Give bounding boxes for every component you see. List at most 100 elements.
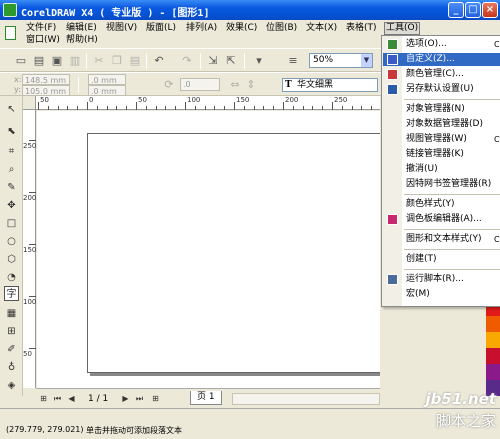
tools-menu-item[interactable]: 宏(M) bbox=[383, 288, 500, 301]
page-tab[interactable]: 页 1 bbox=[190, 391, 222, 405]
minimize-button[interactable]: _ bbox=[448, 2, 464, 18]
color-swatch[interactable] bbox=[486, 316, 500, 332]
menu-tools[interactable]: 工具(O) bbox=[384, 22, 421, 35]
color-palette[interactable] bbox=[486, 300, 500, 396]
redo-icon[interactable]: ↷ bbox=[180, 54, 194, 67]
height-field[interactable]: .0 mm bbox=[88, 85, 126, 96]
first-page-icon[interactable]: ⏮ bbox=[52, 393, 63, 404]
mirror-horizontal-icon[interactable]: ⇔ bbox=[228, 78, 242, 91]
tools-menu-item[interactable]: 运行脚本(R)... bbox=[383, 273, 500, 286]
ruler-minor-tick bbox=[361, 106, 363, 110]
menu-arrange[interactable]: 排列(A) bbox=[186, 23, 217, 34]
maximize-button[interactable]: □ bbox=[465, 2, 481, 18]
import-icon[interactable]: ⇲ bbox=[206, 54, 220, 67]
pick-tool-icon[interactable]: ↖ bbox=[4, 102, 19, 117]
tools-menu-item[interactable]: 创建(T) bbox=[383, 253, 500, 266]
tools-menu-item[interactable]: 对象管理器(N) bbox=[383, 103, 500, 116]
tools-menu-item[interactable]: 自定义(Z)... bbox=[383, 53, 500, 66]
tools-menu-item[interactable]: 颜色管理(C)... bbox=[383, 68, 500, 81]
snap-options-icon[interactable]: ≡ bbox=[286, 54, 300, 67]
shape-tool-icon[interactable]: ⬉ bbox=[4, 124, 19, 139]
page-options-icon[interactable]: ⊞ bbox=[38, 393, 49, 404]
tools-menu-item[interactable]: 对象数据管理器(D) bbox=[383, 118, 500, 131]
mirror-vertical-icon[interactable]: ⇕ bbox=[244, 78, 258, 91]
menu-window[interactable]: 窗口(W) bbox=[26, 35, 60, 46]
table-tool-icon[interactable]: ▦ bbox=[4, 306, 19, 321]
add-page-icon[interactable]: ⊞ bbox=[150, 393, 161, 404]
menu-bitmaps[interactable]: 位图(B) bbox=[266, 23, 297, 34]
eyedropper-tool-icon[interactable]: ✐ bbox=[4, 342, 19, 357]
text-tool-icon[interactable]: 字 bbox=[4, 286, 19, 301]
print-icon[interactable]: ▥ bbox=[68, 54, 82, 67]
new-document-icon[interactable]: ▭ bbox=[14, 54, 28, 67]
menu-text[interactable]: 文本(X) bbox=[306, 23, 337, 34]
ruler-tick bbox=[136, 102, 137, 110]
zoom-level-select[interactable]: 50% ▼ bbox=[309, 53, 373, 68]
close-button[interactable]: × bbox=[482, 2, 498, 18]
menu-separator bbox=[404, 99, 500, 100]
drawing-canvas[interactable] bbox=[37, 111, 387, 388]
ellipse-tool-icon[interactable]: ○ bbox=[4, 234, 19, 249]
horizontal-ruler[interactable]: 50 0 50 100 150 200 250 bbox=[36, 96, 380, 110]
last-page-icon[interactable]: ⏭ bbox=[134, 393, 145, 404]
open-folder-icon[interactable]: ▤ bbox=[32, 54, 46, 67]
tools-menu-item[interactable]: 链接管理器(K) bbox=[383, 148, 500, 161]
ruler-minor-tick bbox=[243, 106, 245, 110]
chevron-down-icon[interactable]: ▼ bbox=[361, 54, 372, 67]
dimension-tool-icon[interactable]: ⊞ bbox=[4, 324, 19, 339]
polygon-tool-icon[interactable]: ⬡ bbox=[4, 252, 19, 267]
tools-menu-item[interactable]: 另存默认设置(U) bbox=[383, 83, 500, 96]
basic-shapes-tool-icon[interactable]: ◔ bbox=[4, 270, 19, 285]
rotate-icon[interactable]: ⟳ bbox=[162, 78, 176, 91]
menu-view[interactable]: 视图(V) bbox=[106, 23, 137, 34]
tools-menu-item-label: 调色板编辑器(A)... bbox=[406, 214, 482, 224]
tools-menu-item[interactable]: 撤消(U) bbox=[383, 163, 500, 176]
crop-tool-icon[interactable]: ⌗ bbox=[4, 144, 19, 159]
menu-file[interactable]: 文件(F) bbox=[26, 23, 56, 34]
y-position-field[interactable]: 105.0 mm bbox=[22, 85, 70, 96]
rectangle-tool-icon[interactable]: □ bbox=[4, 216, 19, 231]
menu-help[interactable]: 帮助(H) bbox=[66, 35, 98, 46]
freehand-tool-icon[interactable]: ✎ bbox=[4, 180, 19, 195]
toolbar-separator bbox=[78, 77, 79, 93]
undo-icon[interactable]: ↶ bbox=[152, 54, 166, 67]
application-launcher-icon[interactable]: ▾ bbox=[252, 54, 266, 67]
ruler-minor-tick bbox=[47, 106, 49, 110]
drawing-page[interactable] bbox=[87, 133, 387, 373]
cut-icon[interactable]: ✂ bbox=[92, 54, 106, 67]
rotation-angle-field[interactable]: .0 bbox=[180, 78, 220, 91]
export-icon[interactable]: ⇱ bbox=[224, 54, 238, 67]
font-name-select[interactable]: T 华文细黑 bbox=[282, 78, 378, 92]
tools-menu-item[interactable]: 选项(O)... C bbox=[383, 38, 500, 51]
color-swatch[interactable] bbox=[486, 348, 500, 364]
fill-tool-icon[interactable]: ◈ bbox=[4, 378, 19, 393]
tools-menu-item[interactable]: 调色板编辑器(A)... bbox=[383, 213, 500, 226]
copy-icon[interactable]: ❐ bbox=[110, 54, 124, 67]
tools-menu-item[interactable]: 因特网书签管理器(R) bbox=[383, 178, 500, 191]
tools-menu-item[interactable]: 图形和文本样式(Y) Ct bbox=[383, 233, 500, 246]
vertical-ruler[interactable]: 250 200 150 100 50 bbox=[23, 110, 36, 388]
next-page-icon[interactable]: ▶ bbox=[120, 393, 131, 404]
tools-menu-item[interactable]: 视图管理器(W) Ct bbox=[383, 133, 500, 146]
save-icon[interactable]: ▣ bbox=[50, 54, 64, 67]
color-swatch[interactable] bbox=[486, 364, 500, 380]
paste-icon[interactable]: ▤ bbox=[128, 54, 142, 67]
outline-tool-icon[interactable]: ♁ bbox=[4, 360, 19, 375]
menu-table[interactable]: 表格(T) bbox=[346, 23, 377, 34]
width-field[interactable]: .0 mm bbox=[88, 74, 126, 85]
smart-fill-tool-icon[interactable]: ✥ bbox=[4, 198, 19, 213]
ruler-origin[interactable] bbox=[23, 96, 36, 110]
menu-edit[interactable]: 编辑(E) bbox=[66, 23, 97, 34]
ruler-minor-tick bbox=[204, 106, 206, 110]
document-icon[interactable] bbox=[5, 26, 16, 40]
tools-menu-item[interactable]: 颜色样式(Y) bbox=[383, 198, 500, 211]
menu-effects[interactable]: 效果(C) bbox=[226, 23, 257, 34]
x-position-field[interactable]: 148.5 mm bbox=[22, 74, 70, 85]
color-swatch[interactable] bbox=[486, 332, 500, 348]
previous-page-icon[interactable]: ◀ bbox=[66, 393, 77, 404]
zoom-tool-icon[interactable]: ⌕ bbox=[4, 162, 19, 177]
menu-layout[interactable]: 版面(L) bbox=[146, 23, 176, 34]
page-count: 1 / 1 bbox=[88, 394, 109, 404]
horizontal-scrollbar[interactable] bbox=[232, 393, 380, 405]
tools-menu-item-label: 另存默认设置(U) bbox=[406, 84, 474, 94]
